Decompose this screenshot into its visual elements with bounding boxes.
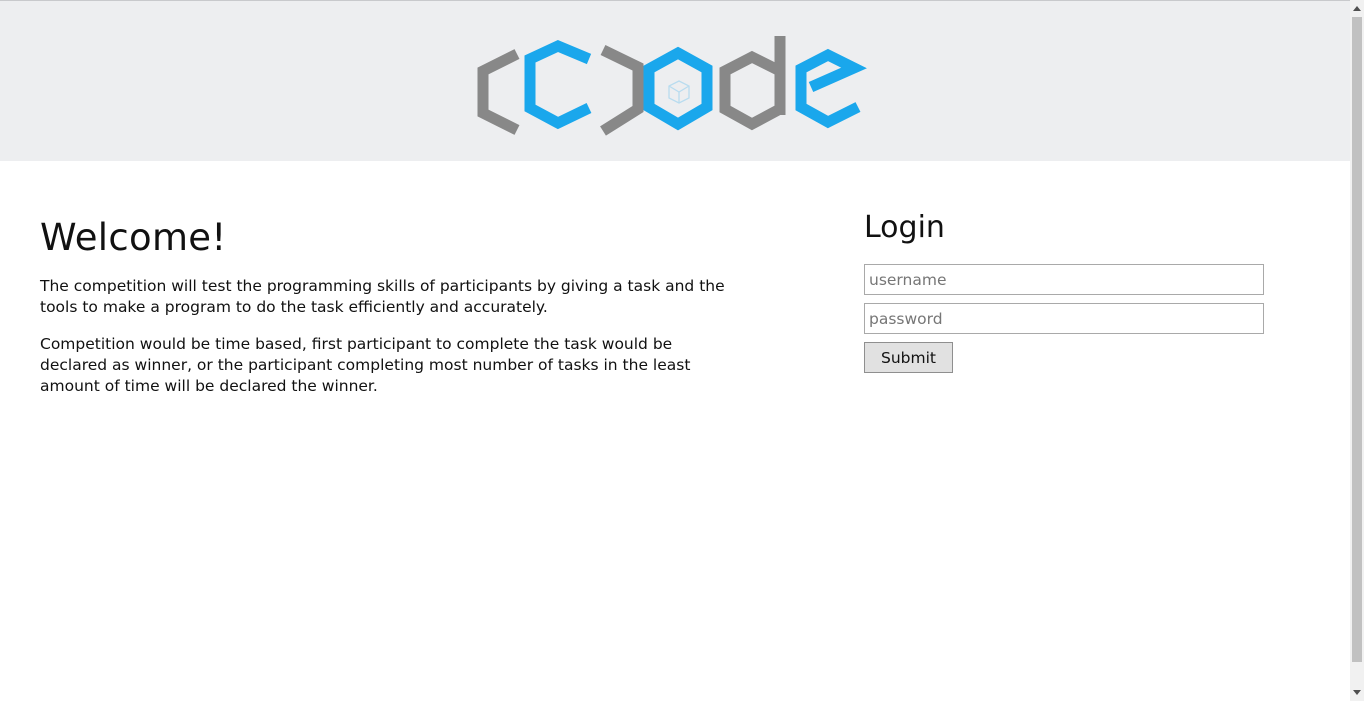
logo-letter-c: [524, 39, 592, 130]
submit-button[interactable]: Submit: [864, 342, 953, 373]
logo-letter-o-hexagon: [643, 46, 713, 131]
cube-icon: [668, 80, 690, 104]
site-header: [0, 1, 1350, 161]
login-form: Login Submit: [864, 206, 1264, 373]
password-input[interactable]: [864, 303, 1264, 334]
scroll-down-arrow-icon[interactable]: [1350, 684, 1364, 701]
code-logo: [477, 36, 867, 136]
username-input[interactable]: [864, 264, 1264, 295]
logo-letter-d-bowl: [719, 50, 786, 131]
welcome-paragraph-1: The competition will test the programmin…: [40, 277, 725, 316]
welcome-title: Welcome!: [40, 216, 227, 259]
vertical-scrollbar[interactable]: [1350, 0, 1364, 701]
logo-left-bracket: [477, 49, 520, 135]
logo-right-bracket: [600, 45, 644, 136]
welcome-paragraph-2: Competition would be time based, first p…: [40, 335, 691, 395]
welcome-section: Welcome! The competition will test the p…: [40, 213, 730, 397]
scrollbar-thumb[interactable]: [1352, 17, 1362, 662]
logo-letter-e: [795, 48, 867, 129]
login-title: Login: [864, 210, 945, 245]
scroll-up-arrow-icon[interactable]: [1350, 0, 1364, 17]
